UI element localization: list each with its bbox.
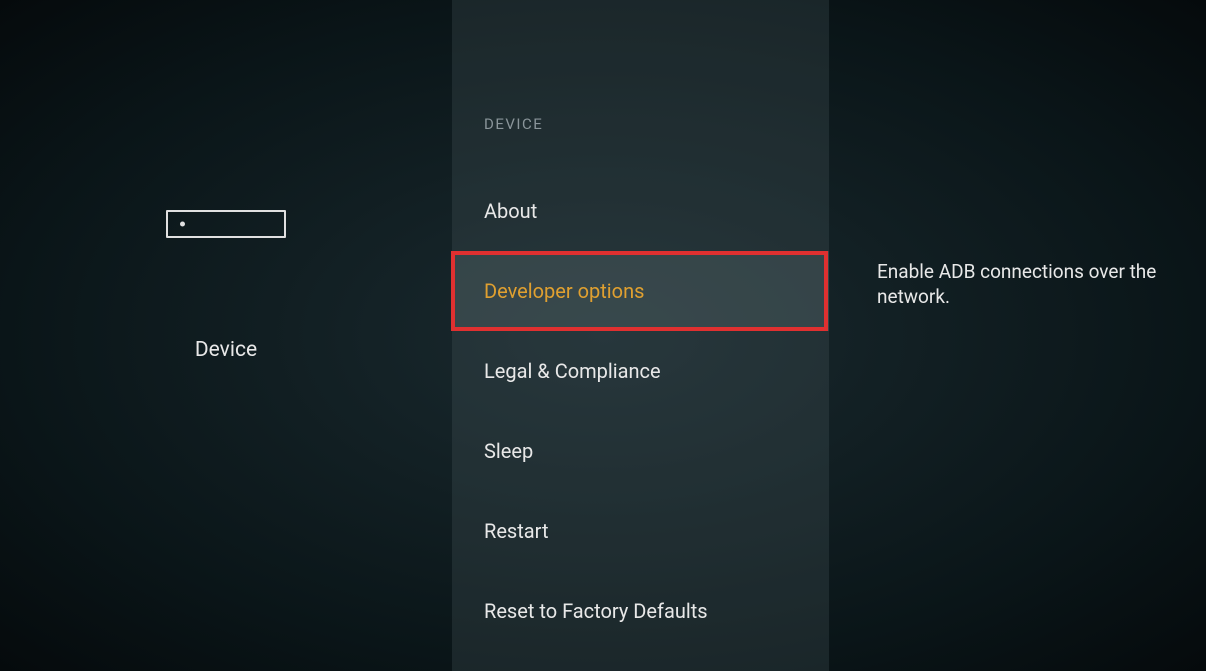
menu-item-restart[interactable]: Restart	[452, 491, 829, 571]
settings-menu-pane: DEVICE About Developer options Legal & C…	[452, 0, 829, 671]
menu-item-developer-options[interactable]: Developer options	[452, 251, 829, 331]
menu-item-label: About	[484, 199, 537, 223]
menu-item-reset-factory[interactable]: Reset to Factory Defaults	[452, 571, 829, 651]
device-category-label: Device	[195, 338, 257, 362]
menu-item-label: Sleep	[484, 439, 533, 463]
menu-item-label: Legal & Compliance	[484, 359, 661, 383]
menu-section-header: DEVICE	[452, 115, 829, 133]
menu-item-label: Developer options	[484, 279, 644, 303]
menu-item-label: Restart	[484, 519, 548, 543]
device-icon-dot	[180, 221, 185, 226]
menu-item-sleep[interactable]: Sleep	[452, 411, 829, 491]
left-pane: Device	[0, 0, 452, 671]
menu-item-about[interactable]: About	[452, 171, 829, 251]
device-icon	[166, 210, 286, 238]
menu-item-label: Reset to Factory Defaults	[484, 599, 708, 623]
detail-pane: Enable ADB connections over the network.	[829, 0, 1206, 671]
setting-description: Enable ADB connections over the network.	[877, 260, 1166, 309]
menu-item-legal-compliance[interactable]: Legal & Compliance	[452, 331, 829, 411]
